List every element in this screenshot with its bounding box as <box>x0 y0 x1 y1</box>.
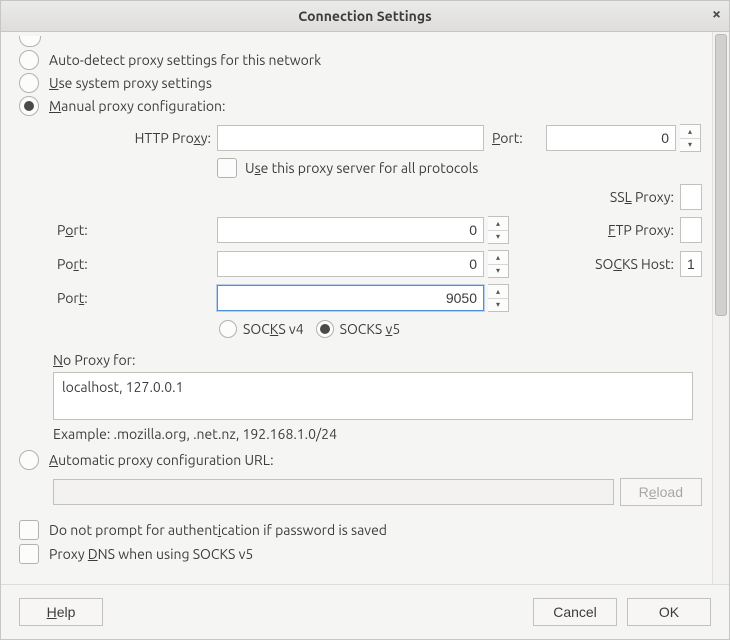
ftp-proxy-input[interactable] <box>680 217 702 243</box>
spin-up-icon[interactable]: ▴ <box>488 217 508 231</box>
http-port-input[interactable] <box>546 125 676 151</box>
socks-v4-label: SOCKS v4 <box>243 321 304 337</box>
reload-button[interactable]: Reload <box>620 478 702 506</box>
radio-icon <box>19 50 39 70</box>
radio-icon <box>19 36 41 47</box>
spin-down-icon[interactable]: ▾ <box>488 299 508 312</box>
http-port-spinner[interactable]: ▴▾ <box>680 124 701 152</box>
radio-system-proxy[interactable]: Use system proxy settings <box>19 73 702 93</box>
spin-down-icon[interactable]: ▾ <box>488 265 508 278</box>
radio-auto-detect[interactable]: Auto-detect proxy settings for this netw… <box>19 50 702 70</box>
radio-socks-v5[interactable]: SOCKS v5 <box>316 320 401 338</box>
socks-port-label: Port: <box>53 290 213 306</box>
ssl-proxy-label: SSL Proxy: <box>546 189 676 205</box>
radio-icon <box>19 73 39 93</box>
radio-icon <box>19 450 39 470</box>
radio-icon <box>219 320 237 338</box>
radio-label: Auto-detect proxy settings for this netw… <box>49 52 321 68</box>
socks-version-row: SOCKS v4 SOCKS v5 <box>219 320 702 338</box>
http-proxy-input[interactable] <box>217 125 484 151</box>
radio-label: Manual proxy configuration: <box>49 98 225 114</box>
dialog-body: Auto-detect proxy settings for this netw… <box>1 32 729 584</box>
radio-socks-v4[interactable]: SOCKS v4 <box>219 320 304 338</box>
cancel-button[interactable]: Cancel <box>533 598 617 626</box>
radio-icon <box>19 96 39 116</box>
scroll-area: Auto-detect proxy settings for this netw… <box>1 32 712 584</box>
spin-up-icon[interactable]: ▴ <box>488 285 508 299</box>
spin-up-icon[interactable]: ▴ <box>488 251 508 265</box>
checkbox-icon <box>19 520 39 540</box>
dialog-title: Connection Settings <box>1 8 729 24</box>
use-for-all-label: Use this proxy server for all protocols <box>245 160 478 176</box>
check-proxy-dns[interactable]: Proxy DNS when using SOCKS v5 <box>19 544 702 564</box>
http-port-label: Port: <box>488 130 542 146</box>
ssl-port-spinner[interactable]: ▴▾ <box>488 216 509 244</box>
socks-port-input[interactable] <box>217 285 484 311</box>
no-proxy-for-label: No Proxy for: <box>53 352 135 368</box>
ok-button[interactable]: OK <box>627 598 711 626</box>
help-button[interactable]: Help <box>19 598 103 626</box>
no-proxy-section: No Proxy for: localhost, 127.0.0.1 Examp… <box>53 352 702 442</box>
radio-label: Use system proxy settings <box>49 75 212 91</box>
auto-url-label: Automatic proxy configuration URL: <box>49 452 274 468</box>
spin-up-icon[interactable]: ▴ <box>680 125 700 139</box>
spin-down-icon[interactable]: ▾ <box>488 231 508 244</box>
ftp-port-input[interactable] <box>217 251 484 277</box>
no-proxy-example: Example: .mozilla.org, .net.nz, 192.168.… <box>53 426 702 442</box>
no-proxy-input[interactable]: localhost, 127.0.0.1 <box>53 372 693 420</box>
ftp-proxy-label: FTP Proxy: <box>546 222 676 238</box>
use-for-all-row[interactable]: Use this proxy server for all protocols <box>217 158 702 178</box>
socks-v5-label: SOCKS v5 <box>340 321 401 337</box>
extra-checks: Do not prompt for authentication if pass… <box>19 520 702 564</box>
auto-url-row: Reload <box>53 478 702 506</box>
radio-icon <box>316 320 334 338</box>
ftp-port-label: Port: <box>53 256 213 272</box>
ssl-port-label: Port: <box>53 222 213 238</box>
scrollbar-thumb[interactable] <box>715 34 727 316</box>
http-proxy-label: HTTP Proxy: <box>53 130 213 146</box>
checkbox-icon <box>19 544 39 564</box>
proxy-dns-label: Proxy DNS when using SOCKS v5 <box>49 546 253 562</box>
ssl-port-input[interactable] <box>217 217 484 243</box>
ftp-port-spinner[interactable]: ▴▾ <box>488 250 509 278</box>
socks-host-label: SOCKS Host: <box>546 256 676 272</box>
socks-port-spinner[interactable]: ▴▾ <box>488 284 509 312</box>
connection-settings-dialog: Connection Settings × Auto-detect proxy … <box>0 0 730 640</box>
radio-auto-config-url[interactable]: Automatic proxy configuration URL: <box>19 450 702 470</box>
auto-url-input[interactable] <box>53 479 614 505</box>
vertical-scrollbar[interactable] <box>712 32 729 584</box>
checkbox-icon <box>217 158 237 178</box>
no-prompt-label: Do not prompt for authentication if pass… <box>49 522 387 538</box>
spin-down-icon[interactable]: ▾ <box>680 139 700 152</box>
dialog-footer: Help Cancel OK <box>1 584 729 639</box>
radio-no-proxy-clipped[interactable] <box>19 36 702 47</box>
radio-manual-proxy[interactable]: Manual proxy configuration: <box>19 96 702 116</box>
ssl-proxy-input[interactable] <box>680 184 702 210</box>
socks-host-input[interactable] <box>680 251 702 277</box>
proxy-grid: HTTP Proxy: Port: ▴▾ Use this proxy serv… <box>53 124 702 312</box>
check-no-prompt-auth[interactable]: Do not prompt for authentication if pass… <box>19 520 702 540</box>
close-icon[interactable]: × <box>712 6 721 22</box>
titlebar: Connection Settings × <box>1 1 729 32</box>
